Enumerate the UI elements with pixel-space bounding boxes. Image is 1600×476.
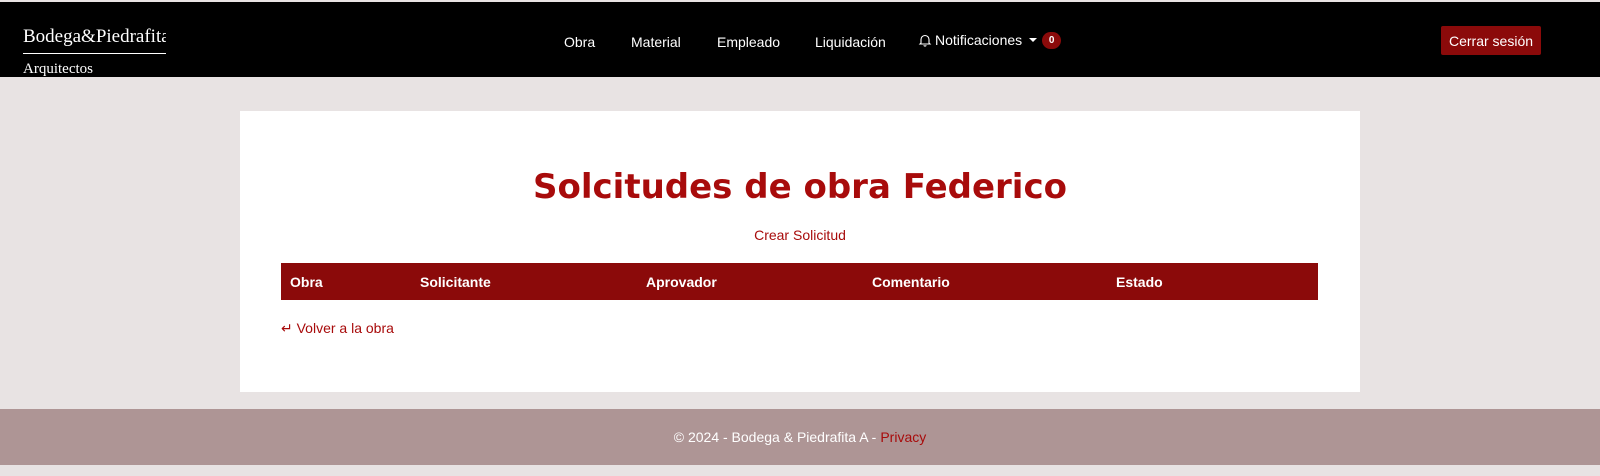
column-header-estado: Estado bbox=[1107, 263, 1318, 300]
bell-icon bbox=[918, 33, 932, 47]
column-header-comentario: Comentario bbox=[863, 263, 1107, 300]
column-header-solicitante: Solicitante bbox=[411, 263, 637, 300]
privacy-link[interactable]: Privacy bbox=[880, 429, 926, 445]
column-header-obra: Obra bbox=[281, 263, 411, 300]
navbar: Bodega&Piedrafita Arquitectos Obra Mater… bbox=[0, 2, 1600, 77]
nav-item-obra[interactable]: Obra bbox=[564, 32, 595, 52]
brand-subtitle: Arquitectos bbox=[23, 61, 93, 76]
notifications-dropdown[interactable]: Notificaciones 0 bbox=[918, 30, 1062, 50]
page-title: Solcitudes de obra Federico bbox=[533, 167, 1067, 207]
brand-rule bbox=[23, 53, 166, 54]
requests-table: Obra Solicitante Aprovador Comentario Es… bbox=[281, 263, 1318, 300]
back-to-obra-link[interactable]: ↵ Volver a la obra bbox=[281, 320, 394, 337]
footer-copyright: © 2024 - Bodega & Piedrafita A - bbox=[673, 429, 877, 445]
notifications-count-badge: 0 bbox=[1042, 31, 1062, 49]
create-request-link[interactable]: Crear Solicitud bbox=[240, 227, 1360, 243]
footer: © 2024 - Bodega & Piedrafita A - Privacy bbox=[0, 409, 1600, 465]
notifications-label: Notificaciones bbox=[935, 32, 1023, 48]
nav-item-empleado[interactable]: Empleado bbox=[717, 32, 780, 52]
main-nav: Obra Material Empleado Liquidación bbox=[0, 32, 1600, 52]
nav-item-liquidacion[interactable]: Liquidación bbox=[815, 32, 886, 52]
logout-button[interactable]: Cerrar sesión bbox=[1441, 26, 1541, 55]
content-card: Solcitudes de obra Federico Crear Solici… bbox=[240, 111, 1360, 392]
chevron-down-icon bbox=[1029, 38, 1038, 42]
nav-item-material[interactable]: Material bbox=[631, 32, 681, 52]
column-header-aprovador: Aprovador bbox=[637, 263, 863, 300]
table-header-row: Obra Solicitante Aprovador Comentario Es… bbox=[281, 263, 1318, 300]
